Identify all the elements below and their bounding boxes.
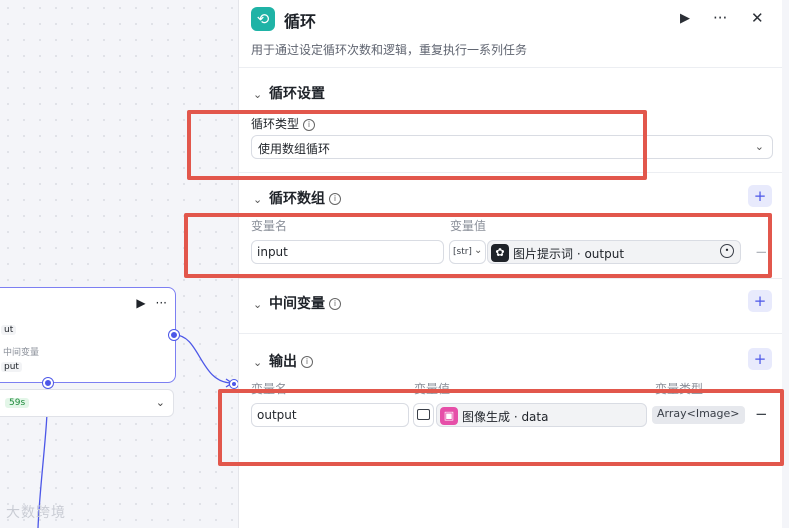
section-output[interactable]: ⌄ 输出 i — [253, 351, 313, 371]
subnode-bar[interactable]: 59s ⌄ — [0, 389, 174, 417]
info-icon: i — [301, 356, 313, 368]
chevron-down-icon: ⌄ — [474, 245, 483, 256]
panel-header: ⟲ 循环 ▶ ··· ✕ 用于通过设定循环次数和逻辑，重复执行一系列任务 — [239, 0, 783, 68]
loop-icon: ⟲ — [251, 7, 275, 31]
panel-title: 循环 — [284, 12, 317, 31]
add-intermediate-button[interactable]: + — [748, 290, 772, 312]
loop-config-panel: ⟲ 循环 ▶ ··· ✕ 用于通过设定循环次数和逻辑，重复执行一系列任务 ⌄ 循环… — [238, 0, 783, 528]
loop-node[interactable]: ▶ ··· ut 中间变量 put — [0, 287, 176, 383]
output-value-text: 图像生成 · data — [462, 410, 549, 424]
close-icon[interactable]: ✕ — [751, 9, 764, 27]
array-type-select[interactable]: [str] ⌄ — [449, 240, 486, 264]
scrollbar[interactable] — [782, 0, 789, 528]
col-name-label: 变量名 — [251, 382, 288, 396]
image-gen-icon: ▣ — [440, 407, 458, 425]
more-icon[interactable]: ··· — [156, 296, 167, 310]
target-icon[interactable]: • — [720, 244, 734, 258]
add-array-button[interactable]: + — [748, 185, 772, 207]
output-value-ref[interactable]: ▣ 图像生成 · data — [436, 403, 647, 427]
col-type-label: 变量类型 — [655, 382, 704, 396]
array-value-ref[interactable]: ✿ 图片提示词 · output • — [487, 240, 741, 264]
node-output-tag: put — [1, 362, 22, 372]
node-intermediate-label: 中间变量 — [3, 348, 40, 358]
info-icon: i — [329, 193, 341, 205]
array-value-text: 图片提示词 · output — [513, 247, 625, 261]
col-value-label: 变量值 — [414, 382, 451, 396]
output-type-icon-box[interactable] — [413, 403, 434, 427]
remove-output-icon[interactable]: − — [755, 405, 768, 423]
divider — [239, 278, 783, 279]
section-loop-settings[interactable]: ⌄ 循环设置 — [253, 83, 325, 103]
type-tag: [str] — [453, 247, 472, 257]
col-value-label: 变量值 — [450, 219, 487, 233]
more-icon[interactable]: ··· — [713, 9, 727, 27]
chevron-down-icon[interactable]: ⌄ — [156, 396, 165, 409]
info-icon: i — [303, 118, 316, 131]
watermark-logo: 大数跨境 — [6, 505, 66, 521]
run-icon[interactable]: ▶ — [136, 296, 145, 310]
output-port[interactable] — [169, 330, 179, 340]
array-name-input[interactable]: input — [251, 240, 444, 264]
image-icon — [417, 409, 430, 420]
section-intermediate[interactable]: ⌄ 中间变量 i — [253, 293, 341, 313]
loop-type-label: 循环类型 i — [251, 115, 316, 132]
duration-badge: 59s — [5, 398, 30, 408]
divider — [239, 172, 783, 173]
chevron-down-icon[interactable]: ⌄ — [253, 298, 269, 311]
divider — [239, 333, 783, 334]
image-prompt-icon: ✿ — [491, 244, 509, 262]
chevron-down-icon: ⌄ — [754, 140, 764, 153]
target-port[interactable] — [230, 380, 238, 388]
remove-array-icon[interactable]: − — [755, 243, 768, 261]
chevron-down-icon[interactable]: ⌄ — [253, 88, 269, 101]
col-name-label: 变量名 — [251, 219, 288, 233]
output-name-input[interactable]: output — [251, 403, 409, 427]
bottom-port[interactable] — [43, 378, 53, 388]
add-output-button[interactable]: + — [748, 348, 772, 370]
section-loop-array[interactable]: ⌄ 循环数组 i — [253, 188, 341, 208]
connection-lines — [37, 334, 234, 528]
chevron-down-icon[interactable]: ⌄ — [253, 356, 269, 369]
workflow-canvas[interactable]: ▶ ··· ut 中间变量 put 59s ⌄ 大数跨境 — [0, 0, 238, 528]
node-toolbar: ▶ ··· — [136, 296, 167, 310]
chevron-down-icon[interactable]: ⌄ — [253, 193, 269, 206]
loop-type-select[interactable]: 使用数组循环 ⌄ — [251, 135, 773, 159]
node-input-tag: ut — [1, 325, 17, 335]
panel-description: 用于通过设定循环次数和逻辑，重复执行一系列任务 — [251, 43, 528, 57]
output-type-badge: Array<Image> — [652, 406, 745, 424]
info-icon: i — [329, 298, 341, 310]
run-icon[interactable]: ▶ — [680, 11, 690, 26]
